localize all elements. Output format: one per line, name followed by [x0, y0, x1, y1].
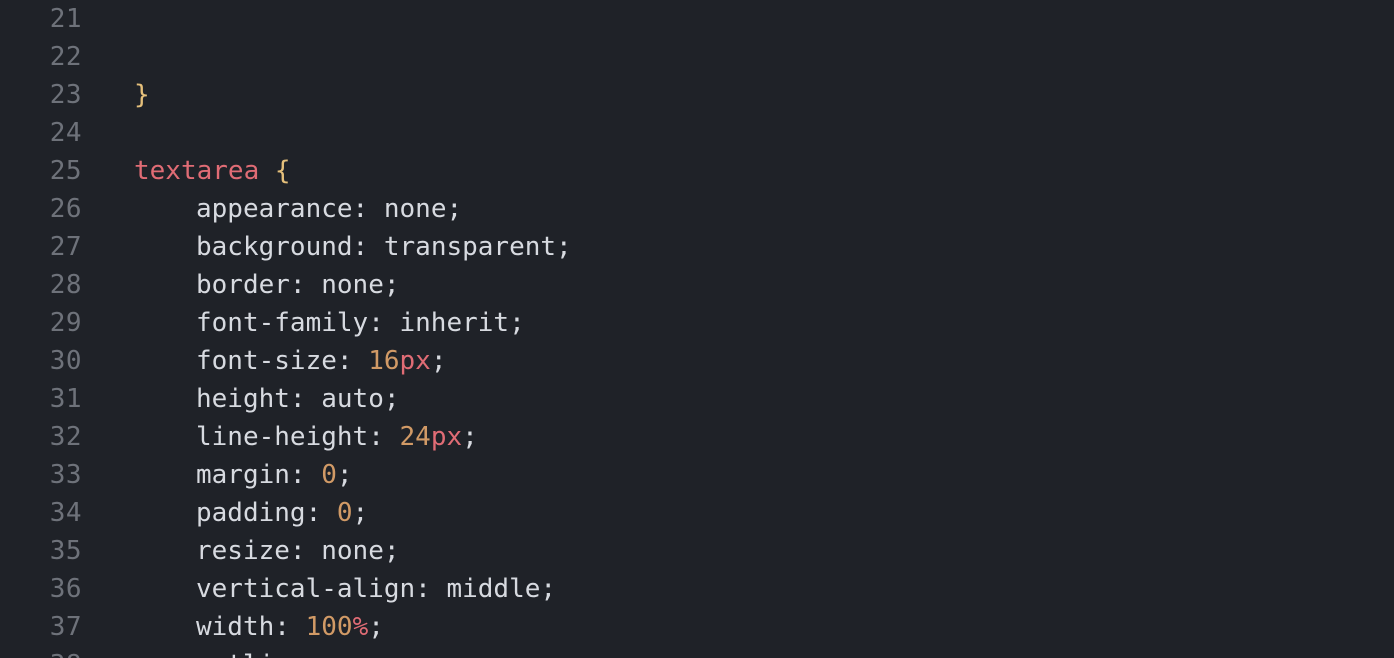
css-unit: %	[353, 612, 369, 642]
line-number: 23	[0, 76, 82, 114]
css-property: vertical-align	[196, 574, 415, 604]
line-number: 34	[0, 494, 82, 532]
line-number: 21	[0, 0, 82, 38]
line-number: 28	[0, 266, 82, 304]
code-line[interactable]: line-height: 24px;	[96, 418, 1394, 456]
line-number: 35	[0, 532, 82, 570]
css-number: 0	[321, 460, 337, 490]
code-line[interactable]: outline: none;	[96, 646, 1394, 658]
line-number: 37	[0, 608, 82, 646]
css-unit: px	[400, 346, 431, 376]
css-number: 0	[337, 498, 353, 528]
line-number: 33	[0, 456, 82, 494]
css-selector: textarea	[134, 156, 259, 186]
css-property: line-height	[196, 422, 368, 452]
css-value: inherit	[400, 308, 510, 338]
code-line[interactable]: background: transparent;	[96, 228, 1394, 266]
css-property: resize	[196, 536, 290, 566]
line-number: 32	[0, 418, 82, 456]
code-line[interactable]: width: 100%;	[96, 608, 1394, 646]
code-line[interactable]: textarea {	[96, 152, 1394, 190]
css-property: height	[196, 384, 290, 414]
line-number: 22	[0, 38, 82, 76]
css-property: background	[196, 232, 353, 262]
css-value: none	[321, 270, 384, 300]
css-value: none	[384, 194, 447, 224]
code-line[interactable]: padding: 0;	[96, 494, 1394, 532]
css-property: outline	[196, 650, 306, 658]
css-property: border	[196, 270, 290, 300]
code-line[interactable]: resize: none;	[96, 532, 1394, 570]
line-number: 27	[0, 228, 82, 266]
css-number: 24	[400, 422, 431, 452]
line-number: 29	[0, 304, 82, 342]
line-number: 30	[0, 342, 82, 380]
code-line[interactable]	[96, 114, 1394, 152]
css-value: none	[337, 650, 400, 658]
line-number: 38	[0, 646, 82, 658]
css-number: 100	[306, 612, 353, 642]
css-property: appearance	[196, 194, 353, 224]
css-property: margin	[196, 460, 290, 490]
line-number: 24	[0, 114, 82, 152]
code-line[interactable]: vertical-align: middle;	[96, 570, 1394, 608]
css-value: middle	[446, 574, 540, 604]
css-unit: px	[431, 422, 462, 452]
code-editor[interactable]: 212223242526272829303132333435363738 }te…	[0, 0, 1394, 658]
css-property: font-size	[196, 346, 337, 376]
css-value: transparent	[384, 232, 556, 262]
css-value: none	[321, 536, 384, 566]
code-line[interactable]: }	[96, 76, 1394, 114]
code-line[interactable]: margin: 0;	[96, 456, 1394, 494]
code-line[interactable]: height: auto;	[96, 380, 1394, 418]
line-number: 31	[0, 380, 82, 418]
css-value: auto	[321, 384, 384, 414]
css-property: font-family	[196, 308, 368, 338]
css-number: 16	[368, 346, 399, 376]
brace-open: {	[275, 156, 291, 186]
line-number: 26	[0, 190, 82, 228]
css-property: width	[196, 612, 274, 642]
code-line[interactable]: font-size: 16px;	[96, 342, 1394, 380]
line-number: 25	[0, 152, 82, 190]
code-area[interactable]: }textarea {appearance: none;background: …	[96, 0, 1394, 658]
code-line[interactable]: appearance: none;	[96, 190, 1394, 228]
line-number: 36	[0, 570, 82, 608]
code-line[interactable]: border: none;	[96, 266, 1394, 304]
code-line[interactable]: font-family: inherit;	[96, 304, 1394, 342]
css-property: padding	[196, 498, 306, 528]
brace-close: }	[134, 80, 150, 110]
line-number-gutter: 212223242526272829303132333435363738	[0, 0, 96, 658]
